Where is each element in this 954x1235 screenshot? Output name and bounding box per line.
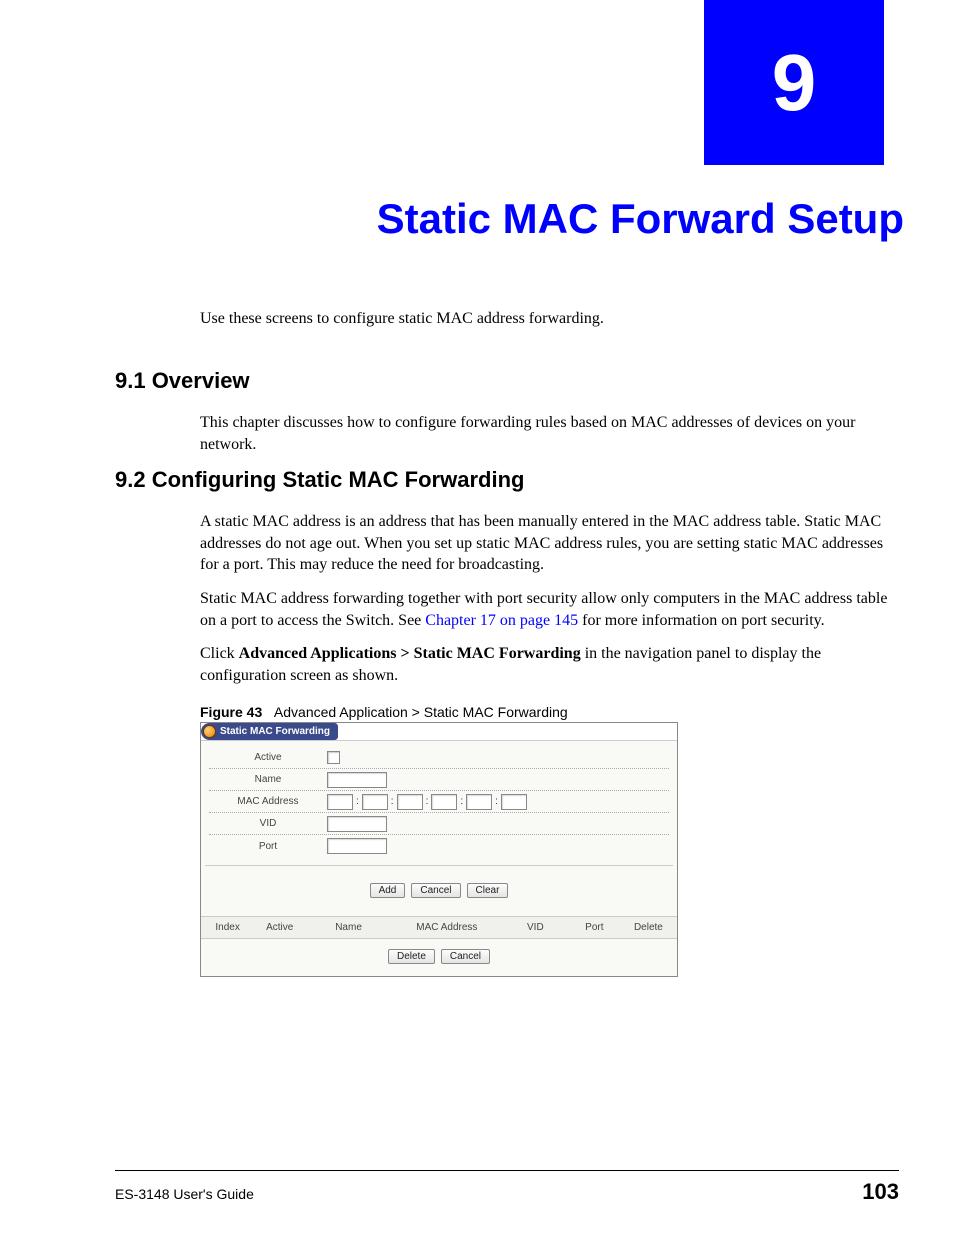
cell-vid (327, 816, 669, 832)
label-port: Port (209, 841, 327, 852)
label-active: Active (209, 752, 327, 763)
footer-page-number: 103 (862, 1179, 899, 1205)
col-delete: Delete (624, 922, 673, 933)
delete-button[interactable]: Delete (388, 949, 435, 964)
section-heading-overview: 9.1 Overview (115, 368, 899, 394)
form-row-port: Port (209, 835, 669, 857)
button-row-bottom: Delete Cancel (201, 939, 677, 976)
panel-title: Static MAC Forwarding (220, 726, 330, 737)
clear-button[interactable]: Clear (467, 883, 509, 898)
form-row-mac: MAC Address : : : : : (209, 791, 669, 813)
port-input[interactable] (327, 838, 387, 854)
mac-input-5[interactable] (466, 794, 492, 810)
label-vid: VID (209, 818, 327, 829)
form-row-name: Name (209, 769, 669, 791)
col-index: Index (205, 922, 250, 933)
figure-label: Figure 43 (200, 704, 262, 720)
mac-input-6[interactable] (501, 794, 527, 810)
col-active: Active (250, 922, 309, 933)
cell-name (327, 772, 669, 788)
p3-text-a: Click (200, 645, 239, 662)
panel-tab: Static MAC Forwarding (201, 723, 338, 740)
cancel-button[interactable]: Cancel (411, 883, 460, 898)
form-row-active: Active (209, 747, 669, 769)
content-area: Use these screens to configure static MA… (115, 310, 899, 977)
chapter-link[interactable]: Chapter 17 on page 145 (425, 612, 578, 629)
add-button[interactable]: Add (370, 883, 406, 898)
active-checkbox[interactable] (327, 751, 340, 764)
cell-port (327, 838, 669, 854)
mac-sep: : (460, 796, 463, 807)
vid-input[interactable] (327, 816, 387, 832)
config-paragraph-3: Click Advanced Applications > Static MAC… (200, 643, 899, 686)
mac-input-2[interactable] (362, 794, 388, 810)
overview-paragraph: This chapter discusses how to configure … (200, 412, 899, 455)
chapter-number-box: 9 (704, 0, 884, 165)
cell-active (327, 751, 669, 764)
section-heading-config: 9.2 Configuring Static MAC Forwarding (115, 467, 899, 493)
intro-text: Use these screens to configure static MA… (200, 310, 899, 328)
col-port: Port (565, 922, 624, 933)
chapter-number: 9 (772, 37, 817, 129)
chapter-title: Static MAC Forward Setup (0, 195, 904, 243)
col-mac: MAC Address (388, 922, 506, 933)
label-name: Name (209, 774, 327, 785)
form-area: Active Name MAC Address : : : : : (201, 741, 677, 857)
button-row-top: Add Cancel Clear (201, 869, 677, 916)
panel-tab-icon (203, 725, 216, 738)
config-paragraph-1: A static MAC address is an address that … (200, 511, 899, 576)
mac-sep: : (356, 796, 359, 807)
mac-sep: : (391, 796, 394, 807)
nav-path: Advanced Applications > Static MAC Forwa… (239, 645, 581, 662)
config-paragraph-2: Static MAC address forwarding together w… (200, 588, 899, 631)
page-footer: ES-3148 User's Guide 103 (115, 1170, 899, 1205)
figure-screenshot: Static MAC Forwarding Active Name MAC Ad… (200, 722, 678, 977)
footer-guide-name: ES-3148 User's Guide (115, 1186, 254, 1202)
form-row-vid: VID (209, 813, 669, 835)
mac-input-3[interactable] (397, 794, 423, 810)
figure-caption-text: Advanced Application > Static MAC Forwar… (274, 704, 568, 720)
p2-text-b: for more information on port security. (578, 612, 824, 629)
mac-input-1[interactable] (327, 794, 353, 810)
table-header-row: Index Active Name MAC Address VID Port D… (201, 916, 677, 939)
figure-caption: Figure 43 Advanced Application > Static … (200, 704, 899, 720)
col-vid: VID (506, 922, 565, 933)
col-name: Name (309, 922, 388, 933)
mac-sep: : (495, 796, 498, 807)
cancel-button-2[interactable]: Cancel (441, 949, 490, 964)
mac-input-4[interactable] (431, 794, 457, 810)
name-input[interactable] (327, 772, 387, 788)
mac-sep: : (426, 796, 429, 807)
panel-header: Static MAC Forwarding (201, 723, 677, 741)
label-mac: MAC Address (209, 796, 327, 807)
cell-mac: : : : : : (327, 794, 669, 810)
